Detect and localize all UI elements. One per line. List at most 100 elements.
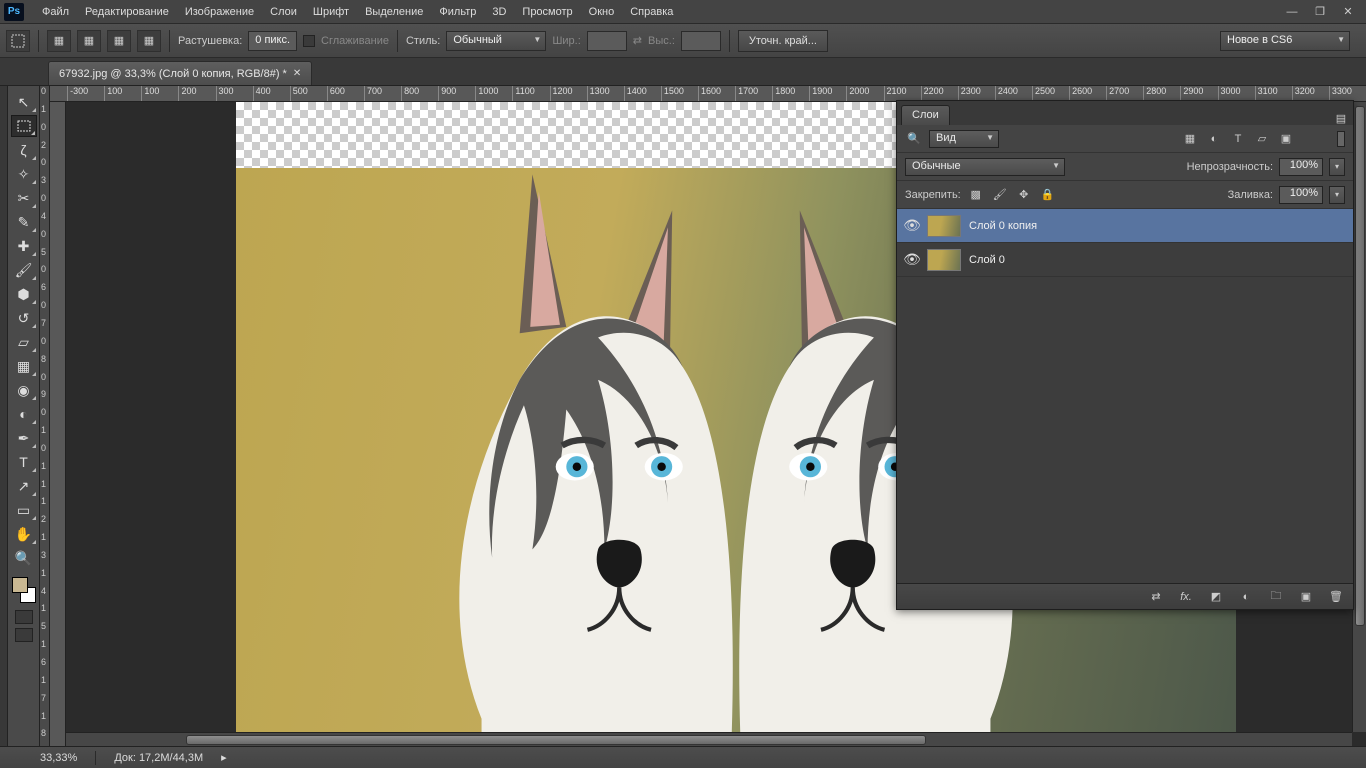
ruler-tick: 500 <box>290 86 327 102</box>
vscroll-thumb[interactable] <box>1355 106 1365 626</box>
menu-view[interactable]: Просмотр <box>514 3 580 21</box>
ruler-tick: 1900 <box>809 86 846 102</box>
menu-select[interactable]: Выделение <box>357 3 431 21</box>
filter-smart-icon[interactable]: ▣ <box>1277 131 1295 147</box>
vertical-scrollbar[interactable] <box>1352 102 1366 732</box>
quickmask-icon[interactable] <box>15 610 33 624</box>
hand-tool[interactable]: ✋ <box>11 523 37 545</box>
intersect-selection-icon[interactable]: ▦ <box>137 30 161 52</box>
foreground-color-swatch[interactable] <box>12 577 28 593</box>
eraser-tool[interactable]: ▱ <box>11 331 37 353</box>
menu-layers[interactable]: Слои <box>262 3 305 21</box>
fx-icon[interactable]: fx. <box>1177 589 1195 605</box>
layer-item[interactable]: 👁 Слой 0 копия <box>897 209 1353 243</box>
layer-thumbnail[interactable] <box>927 249 961 271</box>
feather-input[interactable]: 0 пикс. <box>248 31 297 51</box>
lock-all-icon[interactable]: 🔒 <box>1039 187 1057 203</box>
horizontal-scrollbar[interactable] <box>66 732 1352 746</box>
blend-mode-select[interactable]: Обычные <box>905 158 1065 176</box>
document-tab[interactable]: 67932.jpg @ 33,3% (Слой 0 копия, RGB/8#)… <box>48 61 312 85</box>
close-tab-icon[interactable]: ✕ <box>293 68 301 79</box>
window-close-icon[interactable]: ✕ <box>1334 3 1362 21</box>
layer-thumbnail[interactable] <box>927 215 961 237</box>
layer-name[interactable]: Слой 0 копия <box>969 220 1037 232</box>
zoom-tool[interactable]: 🔍 <box>11 547 37 569</box>
filter-type-icon[interactable]: T <box>1229 131 1247 147</box>
visibility-eye-icon[interactable]: 👁 <box>897 251 927 268</box>
width-input <box>587 31 627 51</box>
ruler-tick: 1 <box>40 461 49 479</box>
filter-toggle[interactable] <box>1337 131 1345 147</box>
fill-input[interactable]: 100% <box>1279 186 1323 204</box>
mask-icon[interactable]: ◩ <box>1207 589 1225 605</box>
filter-pixel-icon[interactable]: ▦ <box>1181 131 1199 147</box>
eyedropper-tool[interactable]: ✎ <box>11 211 37 233</box>
layers-panel-tab[interactable]: Слои <box>901 105 950 125</box>
window-minimize-icon[interactable]: — <box>1278 3 1306 21</box>
antialias-checkbox[interactable] <box>303 35 315 47</box>
menu-type[interactable]: Шрифт <box>305 3 357 21</box>
screenmode-icon[interactable] <box>15 628 33 642</box>
refine-edge-button[interactable]: Уточн. край... <box>738 30 828 52</box>
pen-tool[interactable]: ✒ <box>11 427 37 449</box>
menu-image[interactable]: Изображение <box>177 3 262 21</box>
group-icon[interactable]: 🗀 <box>1267 589 1285 605</box>
fill-dropdown-icon[interactable]: ▾ <box>1329 186 1345 204</box>
new-selection-icon[interactable]: ▦ <box>47 30 71 52</box>
new-layer-icon[interactable]: ▣ <box>1297 589 1315 605</box>
layer-filter-select[interactable]: Вид <box>929 130 999 148</box>
crop-tool[interactable]: ✂ <box>11 187 37 209</box>
ruler-tick: 1400 <box>624 86 661 102</box>
status-menu-icon[interactable]: ▸ <box>221 751 227 764</box>
shape-tool[interactable]: ▭ <box>11 499 37 521</box>
lock-paint-icon[interactable]: 🖌 <box>991 187 1009 203</box>
subtract-selection-icon[interactable]: ▦ <box>107 30 131 52</box>
adjustment-icon[interactable]: ◐ <box>1237 589 1255 605</box>
window-maximize-icon[interactable]: ❐ <box>1306 3 1334 21</box>
whatsnew-select[interactable]: Новое в CS6 <box>1220 31 1350 51</box>
magic-wand-tool[interactable]: ✧ <box>11 163 37 185</box>
filter-adjust-icon[interactable]: ◐ <box>1205 131 1223 147</box>
menu-edit[interactable]: Редактирование <box>77 3 177 21</box>
visibility-eye-icon[interactable]: 👁 <box>897 217 927 234</box>
type-tool[interactable]: T <box>11 451 37 473</box>
history-brush-tool[interactable]: ↺ <box>11 307 37 329</box>
gradient-tool[interactable]: ▦ <box>11 355 37 377</box>
menu-file[interactable]: Файл <box>34 3 77 21</box>
height-input <box>681 31 721 51</box>
opacity-dropdown-icon[interactable]: ▾ <box>1329 158 1345 176</box>
left-dock-strip[interactable] <box>0 86 8 746</box>
menu-window[interactable]: Окно <box>581 3 623 21</box>
ruler-tick: 5 <box>40 621 49 639</box>
marquee-tool[interactable] <box>11 115 37 137</box>
lock-trans-icon[interactable]: ▩ <box>967 187 985 203</box>
add-selection-icon[interactable]: ▦ <box>77 30 101 52</box>
path-select-tool[interactable]: ↗ <box>11 475 37 497</box>
delete-layer-icon[interactable]: 🗑 <box>1327 589 1345 605</box>
vertical-ruler[interactable] <box>50 102 66 746</box>
brush-tool[interactable]: 🖌 <box>11 259 37 281</box>
move-tool[interactable]: ↖ <box>11 91 37 113</box>
lasso-tool[interactable]: ζ <box>11 139 37 161</box>
layers-panel[interactable]: Слои ▤ 🔍 Вид ▦ ◐ T ▱ ▣ Обычные Непрозрач… <box>896 100 1354 610</box>
layer-item[interactable]: 👁 Слой 0 <box>897 243 1353 277</box>
stamp-tool[interactable]: ⬢ <box>11 283 37 305</box>
menu-3d[interactable]: 3D <box>484 3 514 21</box>
healing-tool[interactable]: ✚ <box>11 235 37 257</box>
filter-shape-icon[interactable]: ▱ <box>1253 131 1271 147</box>
opacity-input[interactable]: 100% <box>1279 158 1323 176</box>
dodge-tool[interactable]: ◐ <box>11 403 37 425</box>
link-layers-icon[interactable]: ⇄ <box>1147 589 1165 605</box>
zoom-value[interactable]: 33,33% <box>40 752 77 764</box>
panel-menu-icon[interactable]: ▤ <box>1329 112 1353 125</box>
lock-move-icon[interactable]: ✥ <box>1015 187 1033 203</box>
blur-tool[interactable]: ◉ <box>11 379 37 401</box>
hscroll-thumb[interactable] <box>186 735 926 745</box>
ruler-tick: 1 <box>40 425 49 443</box>
layer-name[interactable]: Слой 0 <box>969 254 1005 266</box>
style-select[interactable]: Обычный <box>446 31 546 51</box>
color-swatches[interactable] <box>11 576 37 604</box>
menu-filter[interactable]: Фильтр <box>431 3 484 21</box>
tool-marquee-icon[interactable] <box>6 30 30 52</box>
menu-help[interactable]: Справка <box>622 3 681 21</box>
